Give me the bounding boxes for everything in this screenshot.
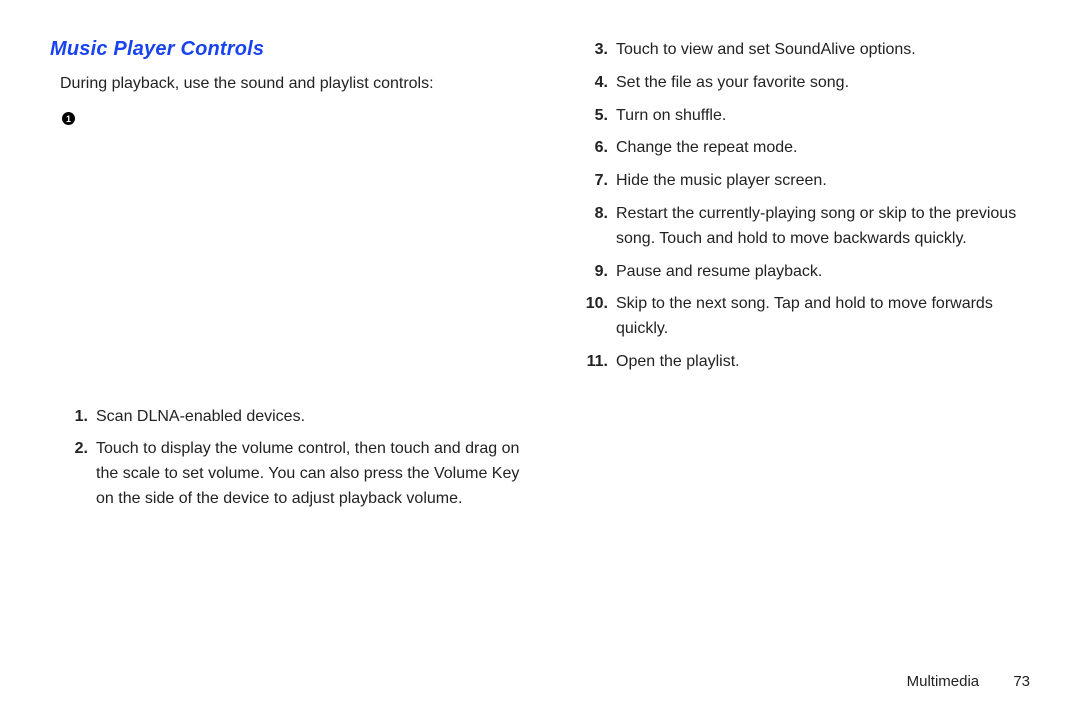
two-column-layout: Music Player Controls During playback, u… [50,38,1040,520]
list-text: Hide the music player screen. [616,169,1040,194]
list-item: 2. Touch to display the volume control, … [50,437,520,511]
page: Music Player Controls During playback, u… [0,0,1080,720]
list-number: 11. [570,350,616,375]
list-text: Restart the currently-playing song or sk… [616,202,1040,252]
list-item: 9. Pause and resume playback. [570,260,1040,285]
footer-section-label: Multimedia [907,673,980,690]
list-number: 5. [570,104,616,129]
right-column: 3. Touch to view and set SoundAlive opti… [570,38,1040,520]
right-list: 3. Touch to view and set SoundAlive opti… [570,38,1040,375]
callout-marker-row: 1 [50,109,520,127]
list-text: Set the file as your favorite song. [616,71,1040,96]
list-text: Scan DLNA-enabled devices. [96,405,520,430]
list-item: 4. Set the file as your favorite song. [570,71,1040,96]
list-number: 3. [570,38,616,63]
list-item: 7. Hide the music player screen. [570,169,1040,194]
list-item: 1. Scan DLNA-enabled devices. [50,405,520,430]
list-number: 6. [570,136,616,161]
section-heading: Music Player Controls [50,38,520,61]
list-number: 7. [570,169,616,194]
figure-placeholder [50,127,520,405]
list-text: Pause and resume playback. [616,260,1040,285]
list-text: Open the playlist. [616,350,1040,375]
left-column: Music Player Controls During playback, u… [50,38,520,520]
list-text: Change the repeat mode. [616,136,1040,161]
list-text: Touch to view and set SoundAlive options… [616,38,1040,63]
list-number: 1. [50,405,96,430]
callout-number-icon: 1 [62,112,75,125]
list-item: 3. Touch to view and set SoundAlive opti… [570,38,1040,63]
list-text: Touch to display the volume control, the… [96,437,520,511]
list-item: 10. Skip to the next song. Tap and hold … [570,292,1040,342]
list-number: 4. [570,71,616,96]
list-number: 8. [570,202,616,227]
list-number: 2. [50,437,96,462]
list-item: 11. Open the playlist. [570,350,1040,375]
list-item: 5. Turn on shuffle. [570,104,1040,129]
list-text: Turn on shuffle. [616,104,1040,129]
list-item: 6. Change the repeat mode. [570,136,1040,161]
left-list: 1. Scan DLNA-enabled devices. 2. Touch t… [50,405,520,512]
page-footer: Multimedia 73 [907,673,1030,690]
list-text: Skip to the next song. Tap and hold to m… [616,292,1040,342]
intro-text: During playback, use the sound and playl… [60,73,520,95]
list-number: 10. [570,292,616,317]
list-number: 9. [570,260,616,285]
list-item: 8. Restart the currently-playing song or… [570,202,1040,252]
footer-page-number: 73 [1013,673,1030,690]
